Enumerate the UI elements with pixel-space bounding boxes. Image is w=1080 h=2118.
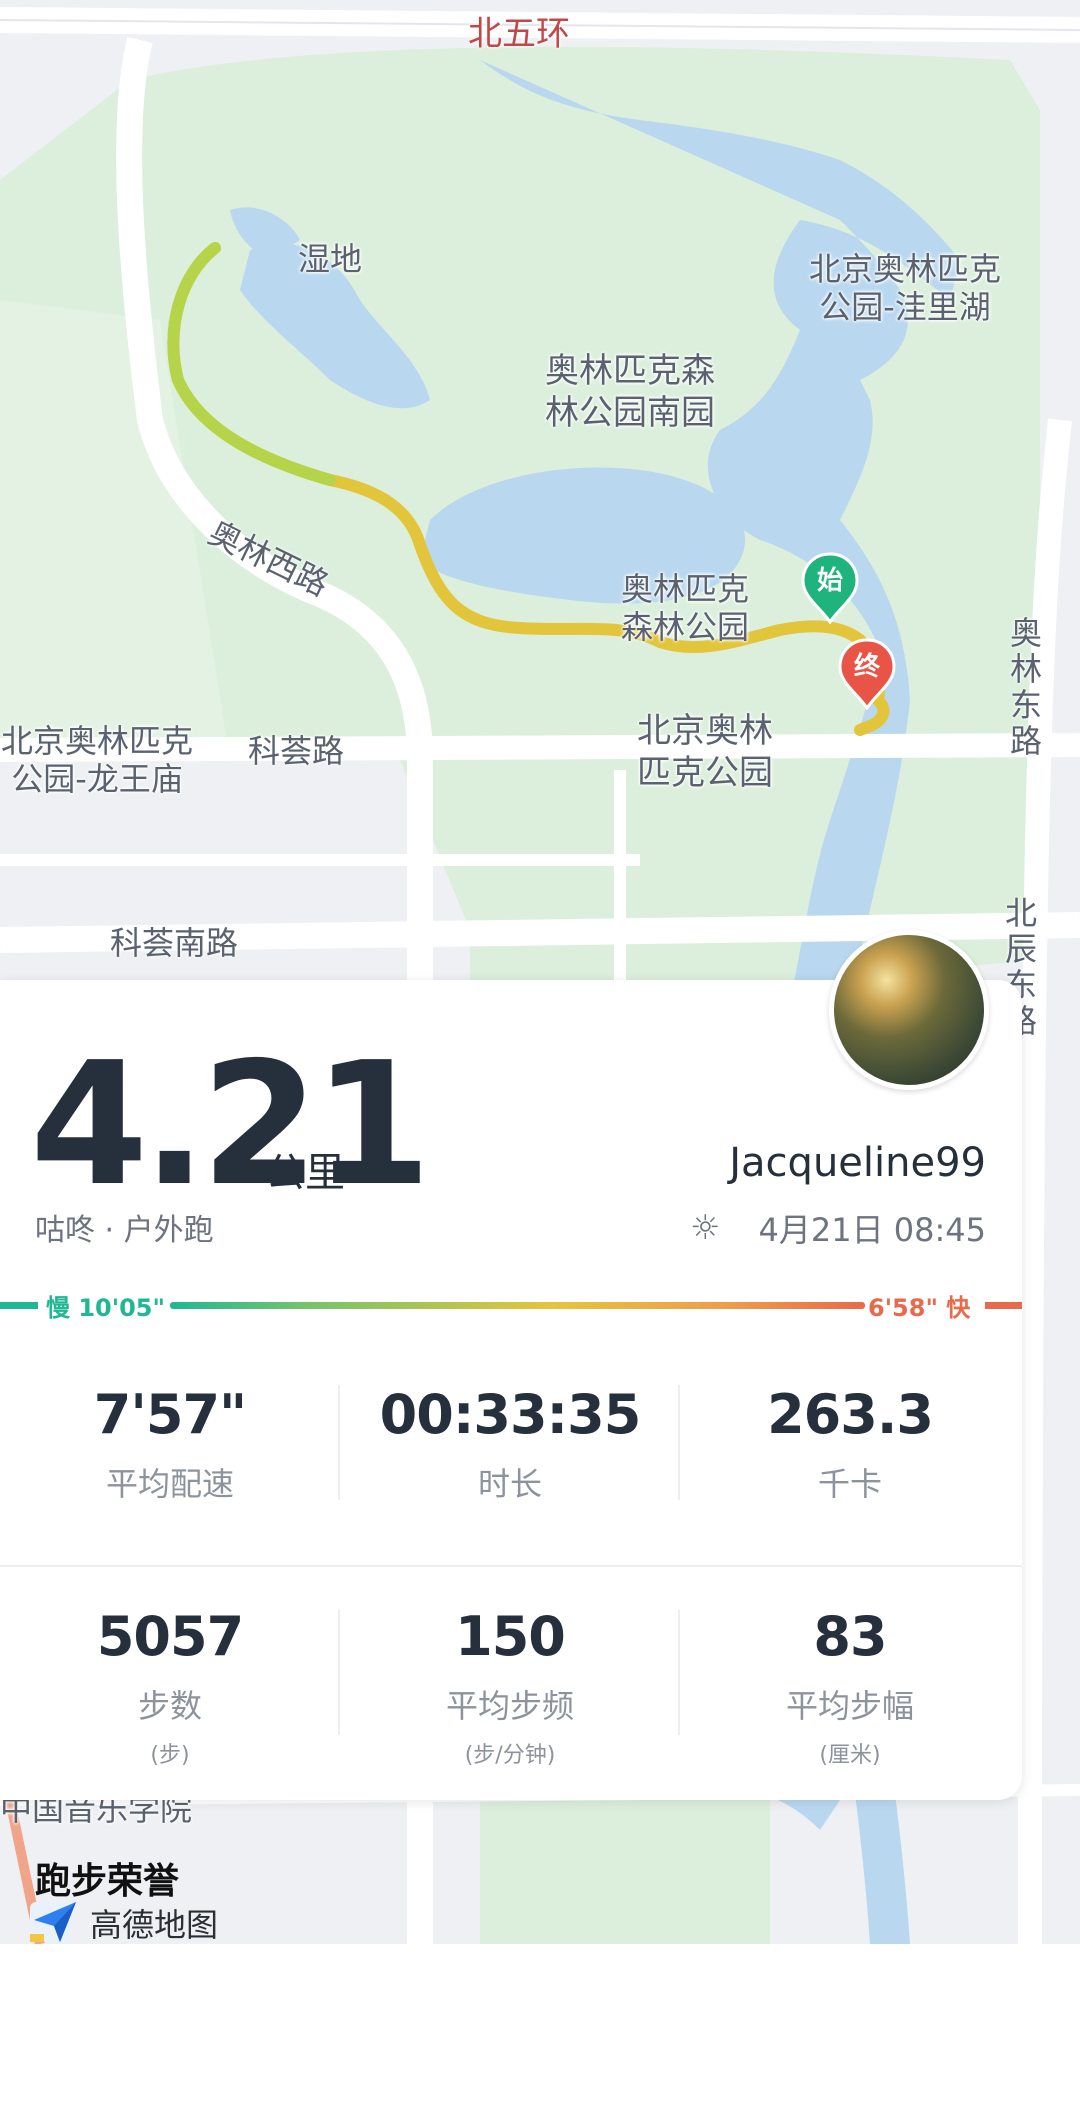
stat-label: 平均步幅 [785,1687,914,1725]
map-label-lake-north: 北京奥林匹克 公园-洼里湖 [808,250,1001,326]
brand-name: 高德地图 [90,1906,219,1944]
stat-label: 平均配速 [105,1465,234,1503]
username[interactable]: Jacqueline99 [729,1140,986,1186]
activity-source: 咕咚 · 户外跑 [35,1213,214,1248]
stats-divider [0,1565,1022,1567]
sun-icon: ☼ [690,1208,721,1248]
stat-value: 00:33:35 [379,1383,642,1446]
map-label-kehui-south-road: 科荟南路 [110,924,239,962]
map-label-forest-park: 奥林匹克 森林公园 [620,570,749,646]
map-label-wetland: 湿地 [298,240,363,278]
stat-label: 千卡 [817,1465,882,1503]
running-honor-title[interactable]: 跑步荣誉 [35,1852,179,1904]
stat-duration: 00:33:35 时长 [340,1385,680,1505]
stat-value: 5057 [96,1605,244,1668]
map-label-dragon-temple: 北京奥林匹克 公园-龙王庙 [0,722,193,798]
end-marker-label: 终 [853,652,880,682]
start-marker[interactable]: 始 [801,552,859,624]
stat-label: 平均步频 [445,1687,574,1725]
stat-value: 7'57" [93,1383,247,1446]
avatar[interactable] [829,930,989,1090]
distance-unit: 公里 [265,1150,345,1196]
stat-unit: (厘米) [819,1743,881,1768]
stat-label: 步数 [137,1687,202,1725]
amap-brand: 高德地图 [30,1898,290,1944]
stat-steps: 5057 步数 (步) [0,1607,340,1769]
stat-label: 时长 [477,1465,542,1503]
stat-cadence: 150 平均步频 (步/分钟) [340,1607,680,1769]
run-date-time: 4月21日 08:45 [758,1211,986,1249]
stat-calories: 263.3 千卡 [680,1385,1020,1505]
pace-gradient-bar [170,1302,865,1309]
pace-slow-label: 慢 10'05" [46,1294,166,1322]
end-marker[interactable]: 终 [838,638,896,710]
pace-legend-slow-dash [0,1302,38,1309]
stat-stride: 83 平均步幅 (厘米) [680,1607,1020,1769]
map-label-kehui-road: 科荟路 [248,732,345,770]
start-marker-label: 始 [816,566,843,596]
stat-avg-pace: 7'57" 平均配速 [0,1385,340,1505]
stat-value: 150 [455,1605,566,1668]
amap-logo-icon [30,1902,76,1942]
ring-road-label: 北五环 [468,14,570,54]
stat-value: 263.3 [767,1383,934,1446]
pace-fast-label: 6'58" 快 [868,1294,971,1322]
distance-value: 4.21 [30,1026,431,1224]
map-label-olympic-park: 北京奥林 匹克公园 [637,711,773,793]
stat-unit: (步/分钟) [464,1743,556,1768]
stat-unit: (步) [150,1743,190,1768]
stat-value: 83 [813,1605,887,1668]
map-label-aolin-east-road: 奥 林 东 路 [1010,614,1043,760]
map-label-forest-park-south: 奥林匹克森 林公园南园 [545,351,715,433]
pace-legend-fast-dash [985,1302,1022,1309]
